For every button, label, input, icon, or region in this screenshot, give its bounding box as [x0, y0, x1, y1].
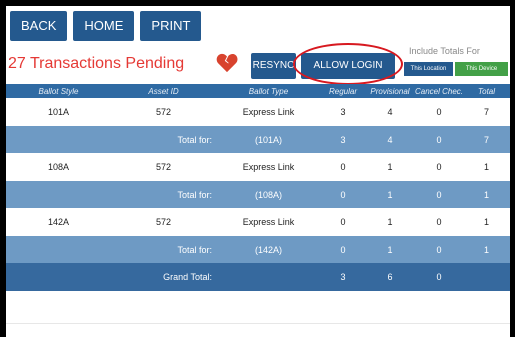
total-total: 1 [463, 181, 510, 208]
total-provisional: 1 [365, 236, 415, 263]
column-header[interactable]: Ballot Type [216, 84, 321, 98]
regular-cell: 0 [321, 153, 365, 181]
resync-button[interactable]: RESYNC [251, 53, 296, 79]
ballot-style-cell: 108A [6, 153, 111, 181]
ballot-type-cell: Express Link [216, 98, 321, 126]
asset-id-cell: 572 [111, 208, 216, 236]
regular-cell: 3 [321, 98, 365, 126]
top-nav: BACK HOME PRINT [10, 11, 202, 41]
total-regular: 0 [321, 181, 365, 208]
transactions-table-body: 101A 572 Express Link 3 4 0 7 Total for:… [6, 98, 510, 324]
provisional-cell: 1 [365, 208, 415, 236]
total-cell: 7 [463, 98, 510, 126]
total-row: Total for: (101A) 3 4 0 7 [6, 126, 510, 153]
table-header-row: Ballot Style Asset ID Ballot Type Regula… [6, 84, 510, 98]
grand-total-label: Grand Total: [111, 263, 216, 291]
total-provisional: 4 [365, 126, 415, 153]
table-row[interactable]: 108A 572 Express Link 0 1 0 1 [6, 153, 510, 181]
total-row: Total for: (142A) 0 1 0 1 [6, 236, 510, 263]
total-cancel: 0 [415, 181, 463, 208]
total-style: (101A) [216, 126, 321, 153]
allow-login-again-button[interactable]: ALLOW LOGIN AGAIN [301, 53, 395, 97]
grand-provisional: 6 [365, 263, 415, 291]
empty-row [6, 291, 510, 324]
total-for-label: Total for: [111, 181, 216, 208]
grand-total-row: Grand Total: 3 6 0 [6, 263, 510, 291]
pending-transactions-label: 27 Transactions Pending [8, 55, 185, 72]
provisional-cell: 1 [365, 153, 415, 181]
total-row: Total for: (108A) 0 1 0 1 [6, 181, 510, 208]
cancel-cell: 0 [415, 208, 463, 236]
total-provisional: 1 [365, 181, 415, 208]
back-button[interactable]: BACK [10, 11, 68, 41]
total-regular: 0 [321, 236, 365, 263]
total-style: (108A) [216, 181, 321, 208]
ballot-type-cell: Express Link [216, 153, 321, 181]
total-cell: 1 [463, 153, 510, 181]
table-row[interactable]: 142A 572 Express Link 0 1 0 1 [6, 208, 510, 236]
this-location-button[interactable]: This Location [404, 62, 453, 76]
transactions-table: Ballot Style Asset ID Ballot Type Regula… [6, 84, 510, 98]
app-screen: BACK HOME PRINT 27 Transactions Pending … [6, 6, 510, 337]
regular-cell: 0 [321, 208, 365, 236]
table-row[interactable]: 101A 572 Express Link 3 4 0 7 [6, 98, 510, 126]
column-header[interactable]: Total [463, 84, 510, 98]
column-header[interactable]: Provisional [365, 84, 415, 98]
this-device-button[interactable]: This Device [455, 62, 508, 76]
ballot-style-cell: 101A [6, 98, 111, 126]
total-for-label: Total for: [111, 126, 216, 153]
column-header[interactable]: Ballot Style [6, 84, 111, 98]
total-style: (142A) [216, 236, 321, 263]
include-totals-label: Include Totals For [409, 46, 480, 56]
grand-cancel: 0 [415, 263, 463, 291]
total-cancel: 0 [415, 236, 463, 263]
ballot-type-cell: Express Link [216, 208, 321, 236]
grand-regular: 3 [321, 263, 365, 291]
asset-id-cell: 572 [111, 153, 216, 181]
home-button[interactable]: HOME [73, 11, 135, 41]
broken-heart-icon [216, 53, 238, 73]
provisional-cell: 4 [365, 98, 415, 126]
column-header[interactable]: Cancel Chec... [415, 84, 463, 98]
total-for-label: Total for: [111, 236, 216, 263]
asset-id-cell: 572 [111, 98, 216, 126]
cancel-cell: 0 [415, 98, 463, 126]
column-header[interactable]: Asset ID [111, 84, 216, 98]
total-cancel: 0 [415, 126, 463, 153]
ballot-style-cell: 142A [6, 208, 111, 236]
total-total: 1 [463, 236, 510, 263]
total-cell: 1 [463, 208, 510, 236]
print-button[interactable]: PRINT [140, 11, 202, 41]
column-header[interactable]: Regular [321, 84, 365, 98]
total-total: 7 [463, 126, 510, 153]
total-regular: 3 [321, 126, 365, 153]
cancel-cell: 0 [415, 153, 463, 181]
